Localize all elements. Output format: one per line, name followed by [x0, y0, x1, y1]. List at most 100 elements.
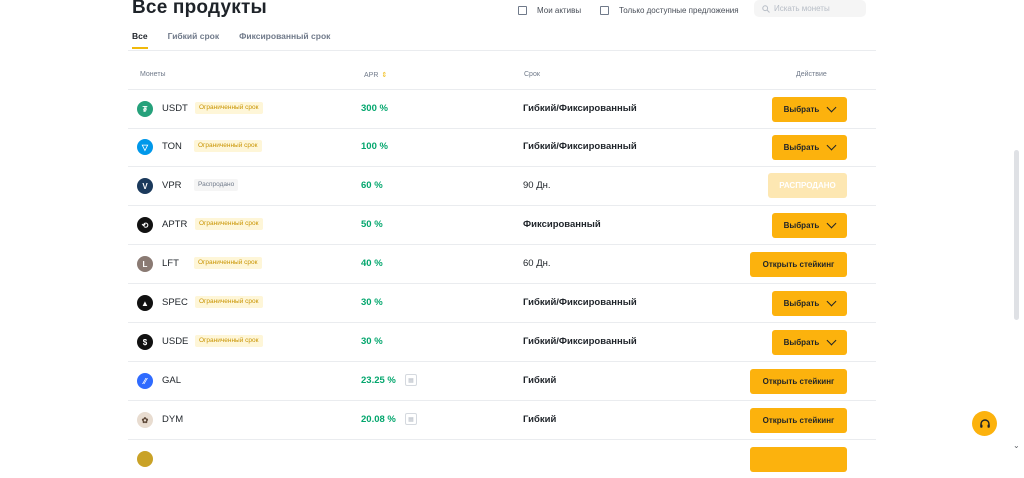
button-label: Выбрать: [783, 105, 820, 114]
tab-flexible[interactable]: Гибкий срок: [168, 31, 220, 41]
table-row: ▽ TON Ограниченный срок 100 % Гибкий/Фиксиро…: [128, 128, 876, 167]
button-label: Выбрать: [783, 221, 820, 230]
term-value: Фиксированный: [523, 219, 601, 230]
ton-icon: ▽: [137, 139, 153, 155]
calculator-icon[interactable]: ▦: [405, 374, 417, 386]
aptr-icon: ⟲: [137, 217, 153, 233]
checkbox-box[interactable]: [518, 6, 527, 15]
select-button[interactable]: Выбрать: [772, 291, 847, 316]
open-staking-button[interactable]: Открыть стейкинг: [750, 408, 847, 433]
lft-icon: L: [137, 256, 153, 272]
sold-out-button: РАСПРОДАНО: [768, 173, 847, 198]
coin-icon: [137, 451, 153, 467]
coin-symbol: SPEC: [162, 297, 188, 308]
search-icon: [762, 4, 770, 13]
tether-icon: ₮: [137, 101, 153, 117]
table-row: V VPR Распродано 60 % 90 Дн. РАСПРОДАНО: [128, 167, 876, 206]
headset-icon: [979, 418, 990, 428]
tab-all[interactable]: Все: [132, 31, 148, 49]
term-value: Гибкий: [523, 414, 557, 425]
calculator-icon[interactable]: ▦: [405, 413, 417, 425]
available-only-label: Только доступные предложения: [619, 6, 739, 15]
select-button[interactable]: Выбрать: [772, 97, 847, 122]
select-button[interactable]: Выбрать: [772, 135, 847, 160]
scroll-down-icon[interactable]: ⌄: [1013, 441, 1020, 450]
apr-value: 40 %: [361, 258, 383, 269]
select-button[interactable]: Выбрать: [772, 330, 847, 355]
limited-term-badge: Ограниченный срок: [195, 335, 263, 347]
usde-icon: $: [137, 334, 153, 350]
search-placeholder: Искать монеты: [774, 4, 830, 13]
page-title: Все продукты: [132, 0, 267, 18]
dym-icon: ✿: [137, 412, 153, 428]
table-row: [128, 440, 876, 478]
limited-term-badge: Ограниченный срок: [195, 218, 263, 230]
button-label: Открыть стейкинг: [762, 416, 835, 425]
term-value: Гибкий/Фиксированный: [523, 336, 637, 347]
open-staking-button[interactable]: [750, 447, 847, 472]
coin-symbol: DYM: [162, 414, 184, 425]
button-label: РАСПРОДАНО: [779, 181, 836, 190]
header-action: Действие: [796, 71, 827, 78]
apr-value: 50 %: [361, 219, 383, 230]
tab-fixed[interactable]: Фиксированный срок: [239, 31, 330, 41]
chevron-down-icon: [826, 335, 837, 346]
chevron-down-icon: [826, 296, 837, 307]
open-staking-button[interactable]: Открыть стейкинг: [750, 252, 847, 277]
chevron-down-icon: [826, 140, 837, 151]
coin-symbol: APTR: [162, 219, 188, 230]
apr-value: 30 %: [361, 297, 383, 308]
sort-icon[interactable]: ⇕: [381, 72, 387, 79]
term-value: 60 Дн.: [523, 258, 551, 269]
available-only-checkbox[interactable]: Только доступные предложения: [600, 6, 739, 15]
my-assets-label: Мои активы: [537, 6, 582, 15]
header-apr-label: APR: [364, 72, 379, 79]
table-row: ⁄⁄ GAL 23.25 % ▦ Гибкий Открыть стейкинг: [128, 362, 876, 401]
apr-value: 300 %: [361, 103, 388, 114]
apr-value: 100 %: [361, 141, 388, 152]
checkbox-box[interactable]: [600, 6, 609, 15]
coin-symbol: GAL: [162, 375, 182, 386]
table-row: ₮ USDT Ограниченный срок 300 % Гибкий/Фиксир…: [128, 89, 876, 129]
table-row: ✿ DYM 20.08 % ▦ Гибкий Открыть стейкинг: [128, 401, 876, 440]
coin-symbol: USDT: [162, 103, 188, 114]
scrollbar-thumb[interactable]: [1014, 150, 1019, 320]
button-label: Выбрать: [783, 299, 820, 308]
sold-out-badge: Распродано: [194, 179, 239, 191]
select-button[interactable]: Выбрать: [772, 213, 847, 238]
apr-value: 30 %: [361, 336, 383, 347]
apr-value: 20.08 %: [361, 414, 396, 425]
coin-symbol: VPR: [162, 180, 182, 191]
chevron-down-icon: [826, 102, 837, 113]
table-row: $ USDE Ограниченный срок 30 % Гибкий/Фиксиро…: [128, 323, 876, 362]
coin-symbol: USDE: [162, 336, 189, 347]
my-assets-checkbox[interactable]: Мои активы: [518, 6, 581, 15]
vpr-icon: V: [137, 178, 153, 194]
header-coins: Монеты: [140, 71, 166, 78]
table-row: ⟲ APTR Ограниченный срок 50 % Фиксированный В…: [128, 206, 876, 245]
chevron-down-icon: [826, 218, 837, 229]
product-tabs: Все Гибкий срок Фиксированный срок: [132, 31, 350, 49]
term-value: Гибкий/Фиксированный: [523, 103, 637, 114]
term-value: Гибкий/Фиксированный: [523, 141, 637, 152]
button-label: Открыть стейкинг: [762, 377, 835, 386]
limited-term-badge: Ограниченный срок: [195, 102, 263, 114]
header-term: Срок: [524, 71, 540, 78]
search-input[interactable]: Искать монеты: [754, 0, 866, 17]
open-staking-button[interactable]: Открыть стейкинг: [750, 369, 847, 394]
gal-icon: ⁄⁄: [137, 373, 153, 389]
term-value: 90 Дн.: [523, 180, 551, 191]
header-apr[interactable]: APR ⇕: [364, 71, 387, 79]
button-label: Выбрать: [783, 338, 820, 347]
tabs-divider: [128, 50, 876, 51]
apr-value: 60 %: [361, 180, 383, 191]
table-row: L LFT Ограниченный срок 40 % 60 Дн. Открыть с…: [128, 245, 876, 284]
term-value: Гибкий: [523, 375, 557, 386]
button-label: Выбрать: [783, 143, 820, 152]
apr-value: 23.25 %: [361, 375, 396, 386]
coin-symbol: LFT: [162, 258, 179, 269]
coin-symbol: TON: [162, 141, 182, 152]
button-label: Открыть стейкинг: [762, 260, 835, 269]
support-chat-button[interactable]: [972, 411, 997, 436]
limited-term-badge: Ограниченный срок: [194, 140, 262, 152]
